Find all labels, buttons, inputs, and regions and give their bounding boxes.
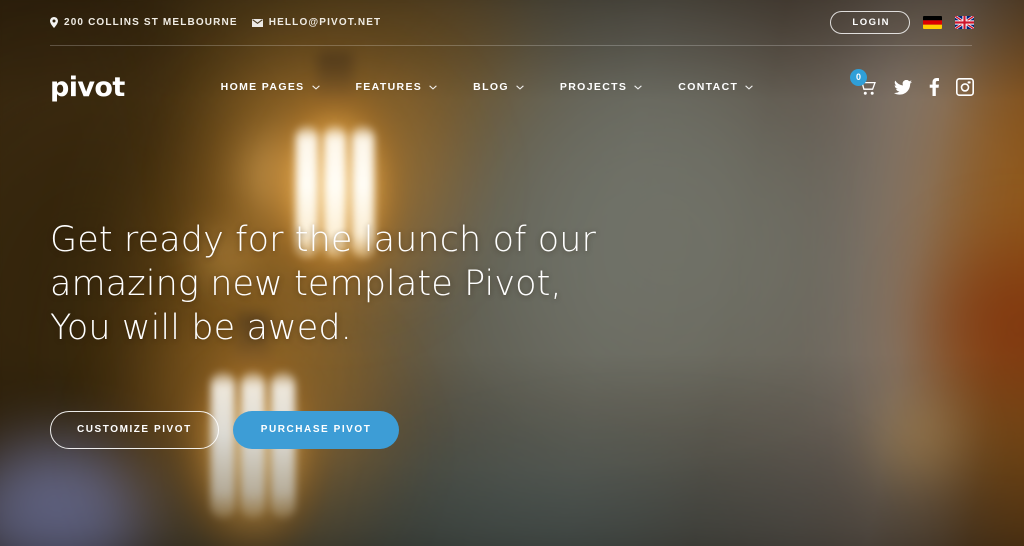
nav-item-label: CONTACT: [678, 81, 739, 93]
hero-buttons: CUSTOMIZE PIVOT PURCHASE PIVOT: [50, 411, 596, 449]
nav-item-features[interactable]: FEATURES: [356, 81, 438, 93]
nav-item-contact[interactable]: CONTACT: [678, 81, 754, 93]
twitter-link[interactable]: [894, 79, 912, 95]
chevron-down-icon: [634, 84, 643, 90]
location-pin-icon: [50, 17, 58, 28]
nav-item-label: HOME PAGES: [220, 81, 305, 93]
envelope-icon: [251, 18, 263, 27]
main-navigation: pivot HOME PAGES FEATURES BLOG PROJECTS …: [0, 45, 1024, 129]
nav-item-label: PROJECTS: [559, 81, 628, 93]
instagram-icon: [956, 78, 974, 96]
nav-item-label: FEATURES: [355, 81, 423, 93]
facebook-icon: [929, 78, 939, 96]
german-flag-icon[interactable]: [923, 16, 942, 29]
nav-item-label: BLOG: [473, 81, 509, 93]
chevron-down-icon: [516, 84, 524, 90]
site-logo[interactable]: pivot: [50, 74, 125, 101]
nav-item-home-pages[interactable]: HOME PAGES: [221, 81, 320, 93]
chevron-down-icon: [429, 84, 437, 90]
page-root: 200 COLLINS ST MELBOURNE HELLO@PIVOT.NET…: [0, 0, 1024, 546]
email-text: HELLO@PIVOT.NET: [268, 17, 382, 28]
address-text: 200 COLLINS ST MELBOURNE: [64, 17, 238, 28]
chevron-down-icon: [745, 84, 754, 90]
hero-heading: Get ready for the launch of our amazing …: [50, 218, 596, 350]
top-bar-actions: LOGIN: [830, 10, 974, 35]
hero-heading-line-3: You will be awed.: [50, 308, 352, 348]
cart-count-badge: 0: [850, 68, 867, 86]
twitter-icon: [894, 79, 912, 95]
nav-item-blog[interactable]: BLOG: [473, 81, 524, 93]
top-bar: 200 COLLINS ST MELBOURNE HELLO@PIVOT.NET…: [0, 0, 1024, 45]
cart-button[interactable]: 0: [850, 68, 877, 96]
address-item: 200 COLLINS ST MELBOURNE: [50, 17, 238, 28]
uk-flag-icon[interactable]: [955, 16, 974, 29]
purchase-pivot-button[interactable]: PURCHASE PIVOT: [232, 411, 400, 449]
instagram-link[interactable]: [956, 78, 974, 96]
hero-heading-line-1: Get ready for the launch of our: [50, 220, 597, 260]
customize-pivot-button[interactable]: CUSTOMIZE PIVOT: [50, 411, 219, 449]
top-bar-contact-info: 200 COLLINS ST MELBOURNE HELLO@PIVOT.NET: [50, 17, 381, 28]
hero-section: Get ready for the launch of our amazing …: [50, 218, 596, 449]
login-button[interactable]: LOGIN: [830, 10, 910, 35]
nav-item-projects[interactable]: PROJECTS: [559, 81, 643, 93]
email-item[interactable]: HELLO@PIVOT.NET: [251, 17, 382, 28]
nav-links: HOME PAGES FEATURES BLOG PROJECTS CONTAC…: [221, 81, 754, 93]
facebook-link[interactable]: [929, 78, 939, 96]
chevron-down-icon: [311, 84, 320, 90]
nav-actions: 0: [850, 68, 974, 96]
hero-heading-line-2: amazing new template Pivot,: [50, 264, 562, 304]
